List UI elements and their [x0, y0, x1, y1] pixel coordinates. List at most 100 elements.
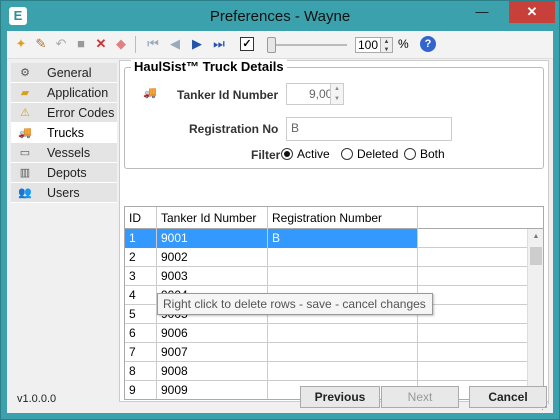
- new-icon[interactable]: ✦: [13, 36, 29, 52]
- filter-deleted-radio[interactable]: [341, 148, 353, 160]
- table-row[interactable]: 2 9002: [125, 248, 527, 267]
- table-row[interactable]: 8 9008: [125, 362, 527, 381]
- slider-track: [267, 44, 347, 46]
- column-header-tanker[interactable]: Tanker Id Number: [157, 207, 268, 229]
- cell-registration[interactable]: [268, 362, 418, 381]
- resize-grip-icon[interactable]: ⋰: [541, 401, 550, 412]
- cell-registration[interactable]: [268, 324, 418, 343]
- depot-icon: ▥: [19, 167, 31, 179]
- title-bar[interactable]: E Preferences - Wayne — ✕: [1, 1, 559, 31]
- cell-registration[interactable]: [268, 248, 418, 267]
- next-record-icon[interactable]: ▶: [189, 36, 205, 52]
- table-row[interactable]: 7 9007: [125, 343, 527, 362]
- registration-label: Registration No: [189, 122, 279, 136]
- table-row[interactable]: 3 9003: [125, 267, 527, 286]
- edit-icon[interactable]: ✎: [33, 36, 49, 52]
- cell-id: 5: [125, 305, 157, 324]
- cell-id: 2: [125, 248, 157, 267]
- zoom-slider[interactable]: [263, 35, 351, 55]
- sidebar-item-label: Application: [47, 86, 109, 100]
- scroll-thumb[interactable]: [530, 247, 542, 265]
- previous-record-icon[interactable]: ◀: [167, 36, 183, 52]
- cell-id: 7: [125, 343, 157, 362]
- column-header-id[interactable]: ID: [125, 207, 157, 229]
- filter-label: Filter: [251, 148, 281, 162]
- sidebar-item-general[interactable]: ⚙ General: [11, 63, 117, 83]
- slider-thumb[interactable]: [267, 37, 276, 53]
- cell-registration[interactable]: B: [268, 229, 418, 248]
- truck-icon: 🚚: [143, 87, 157, 99]
- sidebar-item-label: Users: [47, 186, 80, 200]
- cancel-button[interactable]: Cancel: [469, 386, 547, 408]
- last-record-icon[interactable]: ⏭: [211, 36, 227, 52]
- sidebar-item-label: Trucks: [47, 126, 85, 140]
- delete-icon[interactable]: ✕: [93, 36, 109, 52]
- cell-tanker: 9008: [157, 362, 268, 381]
- registration-input[interactable]: B: [286, 117, 452, 141]
- grid-scrollbar[interactable]: ▲ ▼: [527, 229, 543, 399]
- grid-header: ID Tanker Id Number Registration Number: [125, 207, 543, 229]
- sidebar-item-users[interactable]: 👥 Users: [11, 183, 117, 203]
- toolbar-separator: [135, 36, 136, 53]
- filter-active-label: Active: [297, 147, 330, 161]
- truck-icon: 🚚: [18, 127, 32, 139]
- warning-icon: ⚠: [20, 107, 30, 119]
- sidebar-nav: ⚙ General ▰ Application ⚠ Error Codes 🚚 …: [11, 63, 117, 231]
- zoom-unit: %: [398, 37, 409, 51]
- filter-radio-group: Active Deleted Both: [281, 147, 445, 163]
- sidebar-item-error-codes[interactable]: ⚠ Error Codes: [11, 103, 117, 123]
- toolbar-checkbox[interactable]: ✓: [240, 37, 254, 51]
- filter-active-radio[interactable]: [281, 148, 293, 160]
- cell-tanker: 9007: [157, 343, 268, 362]
- close-button[interactable]: ✕: [509, 1, 555, 23]
- column-header-registration[interactable]: Registration Number: [268, 207, 418, 229]
- sidebar-item-depots[interactable]: ▥ Depots: [11, 163, 117, 183]
- tanker-id-label: Tanker Id Number: [177, 88, 279, 102]
- cell-id: 8: [125, 362, 157, 381]
- sidebar-item-trucks[interactable]: 🚚 Trucks: [11, 123, 117, 143]
- cell-registration[interactable]: [268, 343, 418, 362]
- grid-tooltip: Right click to delete rows - save - canc…: [157, 293, 433, 315]
- cell-registration[interactable]: [268, 267, 418, 286]
- sidebar-item-vessels[interactable]: ▭ Vessels: [11, 143, 117, 163]
- help-icon[interactable]: ?: [420, 36, 436, 52]
- preferences-window: E Preferences - Wayne — ✕ ✦ ✎ ↶ ■ ✕ ◆ ⏮ …: [0, 0, 560, 420]
- gear-icon: ⚙: [20, 67, 30, 79]
- toolbar: ✦ ✎ ↶ ■ ✕ ◆ ⏮ ◀ ▶ ⏭ ✓ 100 ▲ ▼ % ?: [7, 31, 553, 59]
- first-record-icon[interactable]: ⏮: [145, 36, 161, 52]
- cell-tanker: 9001: [157, 229, 268, 248]
- vessel-icon: ▭: [19, 147, 31, 159]
- cell-id: 1: [125, 229, 157, 248]
- tanker-id-spinner[interactable]: ▲ ▼: [330, 83, 344, 105]
- trucks-panel: HaulSist™ Truck Details 🚚 Tanker Id Numb…: [119, 59, 549, 402]
- eraser-icon[interactable]: ◆: [113, 36, 129, 52]
- sidebar-item-label: Vessels: [47, 146, 91, 160]
- sidebar-item-application[interactable]: ▰ Application: [11, 83, 117, 103]
- save-icon[interactable]: ■: [73, 36, 89, 52]
- filter-both-radio[interactable]: [404, 148, 416, 160]
- table-row[interactable]: 6 9006: [125, 324, 527, 343]
- cell-tanker: 9002: [157, 248, 268, 267]
- group-legend: HaulSist™ Truck Details: [131, 59, 287, 74]
- filter-deleted-label: Deleted: [357, 147, 399, 161]
- client-area: ✦ ✎ ↶ ■ ✕ ◆ ⏮ ◀ ▶ ⏭ ✓ 100 ▲ ▼ % ? ⚙ Gener…: [7, 31, 553, 413]
- users-icon: 👥: [18, 187, 32, 199]
- cell-id: 4: [125, 286, 157, 305]
- sidebar-item-label: Depots: [47, 166, 87, 180]
- version-label: v1.0.0.0: [17, 393, 57, 405]
- truck-details-group: HaulSist™ Truck Details 🚚 Tanker Id Numb…: [124, 59, 544, 169]
- undo-icon[interactable]: ↶: [53, 36, 69, 52]
- cell-id: 3: [125, 267, 157, 286]
- zoom-input[interactable]: 100: [355, 37, 381, 53]
- scroll-up-icon[interactable]: ▲: [528, 229, 543, 245]
- folder-icon: ▰: [20, 87, 30, 99]
- cell-id: 9: [125, 381, 157, 399]
- next-button[interactable]: Next: [381, 386, 459, 408]
- previous-button[interactable]: Previous: [300, 386, 380, 408]
- sidebar-item-label: General: [47, 66, 92, 80]
- zoom-spinner[interactable]: ▲ ▼: [381, 37, 393, 53]
- table-row[interactable]: 1 9001 B: [125, 229, 527, 248]
- minimize-button[interactable]: —: [469, 1, 495, 23]
- cell-tanker: 9006: [157, 324, 268, 343]
- cell-tanker: 9003: [157, 267, 268, 286]
